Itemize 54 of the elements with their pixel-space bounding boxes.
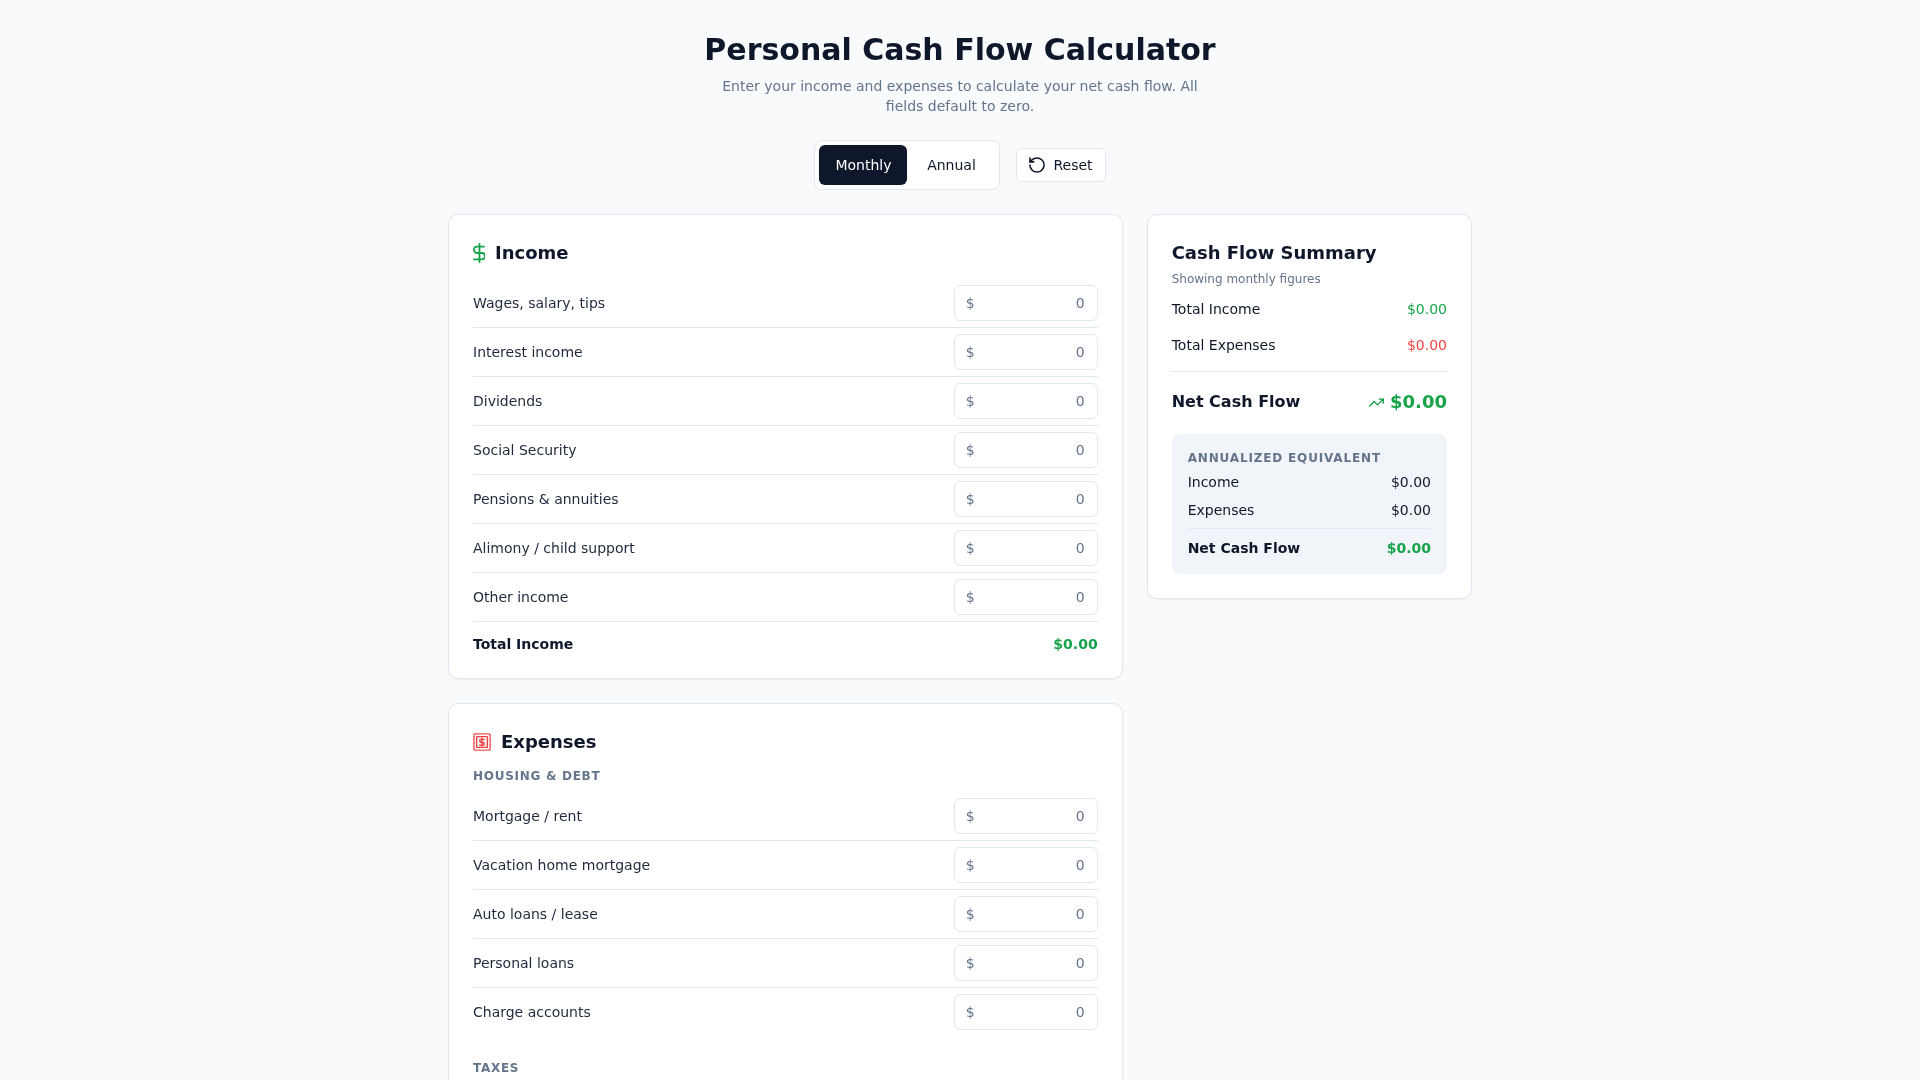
page-subtitle: Enter your income and expenses to calculate your net cash flow. All fields default to zero. [721, 77, 1199, 116]
card-title: Expenses [501, 730, 597, 754]
card-title: Income [495, 241, 569, 265]
currency-symbol: $ [965, 490, 975, 509]
period-tab[interactable]: Annual [907, 145, 996, 185]
currency-symbol: $ [965, 343, 975, 362]
total-label: Total Income [473, 635, 574, 654]
period-tab[interactable]: Monthly [819, 145, 908, 185]
annualized-value: $0.00 [1390, 501, 1431, 520]
currency-symbol: $ [965, 588, 975, 607]
field-label: Wages, salary, tips [473, 294, 606, 313]
summary-note: Showing monthly figures [1171, 271, 1322, 287]
currency-symbol: $ [965, 807, 975, 826]
currency-symbol: $ [965, 294, 975, 313]
currency-symbol: $ [965, 954, 975, 973]
summary-label: Total Income [1171, 300, 1261, 319]
field-label: Vacation home mortgage [473, 856, 651, 875]
annualized-heading: ANNUALIZED EQUIVALENT [1187, 450, 1382, 466]
summary-value: $0.00 [1406, 336, 1447, 355]
currency-symbol: $ [965, 392, 975, 411]
field-label: Charge accounts [473, 1003, 591, 1022]
field-label: Dividends [473, 392, 543, 411]
dollar-stamp-icon [473, 733, 491, 751]
reset-button[interactable]: Reset [1016, 148, 1106, 182]
summary-label: Total Expenses [1171, 336, 1276, 355]
net-label: Net Cash Flow [1171, 391, 1301, 413]
reset-icon [1029, 157, 1046, 173]
section-heading: HOUSING & DEBT [473, 768, 602, 784]
annualized-value: $0.00 [1390, 473, 1431, 492]
total-value: $0.00 [1053, 635, 1098, 654]
net-value: $0.00 [1390, 390, 1447, 414]
field-label: Mortgage / rent [473, 807, 582, 826]
currency-symbol: $ [965, 539, 975, 558]
annualized-label: Expenses [1187, 501, 1255, 520]
summary-value: $0.00 [1406, 300, 1447, 319]
annualized-label: Income [1187, 473, 1240, 492]
field-label: Interest income [473, 343, 583, 362]
annualized-net-label: Net Cash Flow [1187, 539, 1301, 558]
field-label: Pensions & annuities [473, 490, 619, 509]
currency-symbol: $ [965, 856, 975, 875]
currency-symbol: $ [965, 1003, 975, 1022]
trending-up-icon [1369, 397, 1385, 407]
field-label: Personal loans [473, 954, 575, 973]
field-label: Auto loans / lease [473, 905, 598, 924]
section-heading: TAXES [473, 1060, 521, 1076]
field-label: Alimony / child support [473, 539, 635, 558]
field-label: Social Security [473, 441, 577, 460]
field-label: Other income [473, 588, 569, 607]
currency-symbol: $ [965, 441, 975, 460]
summary-title: Cash Flow Summary [1171, 241, 1378, 265]
dollar-sign-icon [473, 243, 485, 263]
annualized-net-value: $0.00 [1386, 539, 1431, 558]
page-title: Personal Cash Flow Calculator [703, 32, 1217, 68]
currency-symbol: $ [965, 905, 975, 924]
